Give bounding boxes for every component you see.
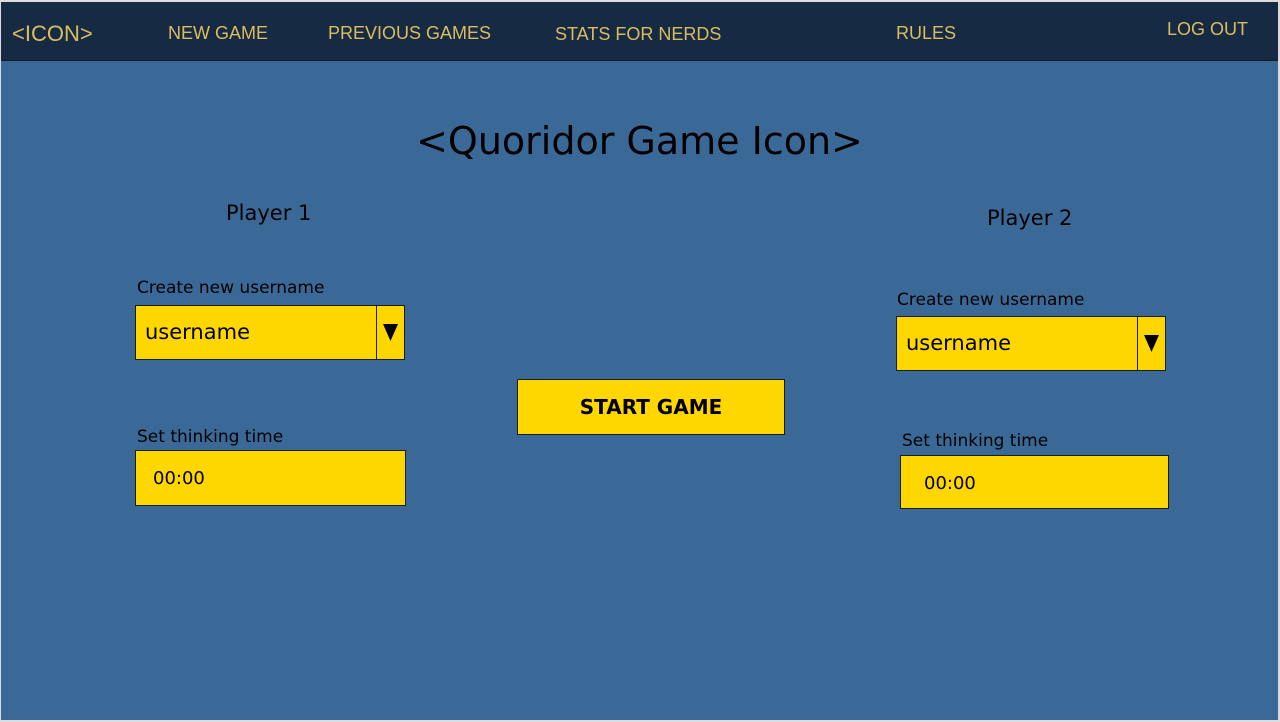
top-navbar: <ICON> NEW GAME PREVIOUS GAMES STATS FOR… bbox=[1, 2, 1278, 61]
player2-time-label: Set thinking time bbox=[902, 431, 1049, 451]
app-window: <ICON> NEW GAME PREVIOUS GAMES STATS FOR… bbox=[1, 2, 1278, 720]
nav-rules[interactable]: RULES bbox=[896, 23, 956, 43]
player1-time-label: Set thinking time bbox=[137, 427, 284, 447]
player1-username-label: Create new username bbox=[137, 278, 325, 298]
game-title-placeholder: <Quoridor Game Icon> bbox=[416, 119, 863, 163]
player1-username-dropdown[interactable]: username bbox=[135, 305, 405, 360]
nav-stats-for-nerds[interactable]: STATS FOR NERDS bbox=[555, 24, 721, 44]
nav-new-game[interactable]: NEW GAME bbox=[168, 23, 268, 43]
player1-thinking-time-input[interactable]: 00:00 bbox=[135, 450, 406, 506]
player1-username-value: username bbox=[145, 320, 250, 344]
player2-title: Player 2 bbox=[987, 206, 1073, 230]
player2-username-dropdown[interactable]: username bbox=[896, 316, 1166, 371]
player2-username-value: username bbox=[906, 331, 1011, 355]
player1-title: Player 1 bbox=[226, 201, 312, 225]
nav-logo[interactable]: <ICON> bbox=[12, 22, 93, 46]
start-game-button[interactable]: START GAME bbox=[517, 379, 785, 435]
nav-log-out[interactable]: LOG OUT bbox=[1167, 19, 1248, 39]
player2-username-label: Create new username bbox=[897, 290, 1085, 310]
player2-time-value: 00:00 bbox=[924, 473, 976, 494]
player1-time-value: 00:00 bbox=[153, 468, 205, 489]
triangle-down-icon[interactable] bbox=[376, 306, 404, 359]
triangle-down-icon[interactable] bbox=[1137, 317, 1165, 370]
player2-thinking-time-input[interactable]: 00:00 bbox=[900, 455, 1169, 509]
nav-previous-games[interactable]: PREVIOUS GAMES bbox=[328, 23, 491, 43]
